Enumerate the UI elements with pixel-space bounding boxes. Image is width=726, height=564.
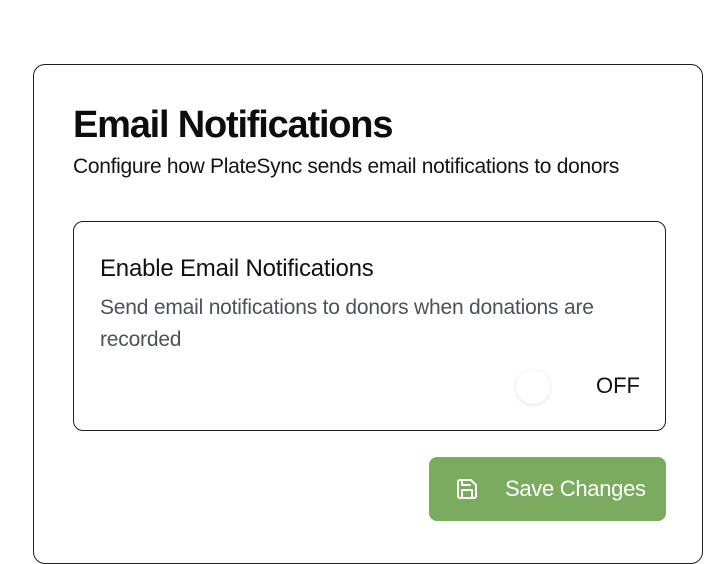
email-notifications-card: Email Notifications Configure how PlateS… — [33, 64, 703, 564]
page-title: Email Notifications — [73, 104, 393, 146]
save-changes-label: Save Changes — [505, 476, 646, 501]
save-changes-button[interactable]: Save Changes — [429, 457, 666, 521]
setting-description: Send email notifications to donors when … — [100, 296, 594, 351]
save-icon — [455, 477, 479, 501]
email-notifications-setting: Enable Email Notifications Send email no… — [73, 221, 666, 431]
setting-title: Enable Email Notifications — [100, 255, 374, 282]
page-subtitle: Configure how PlateSync sends email noti… — [73, 155, 620, 178]
toggle-state-label: OFF — [596, 373, 640, 398]
email-notifications-toggle[interactable] — [516, 370, 550, 404]
